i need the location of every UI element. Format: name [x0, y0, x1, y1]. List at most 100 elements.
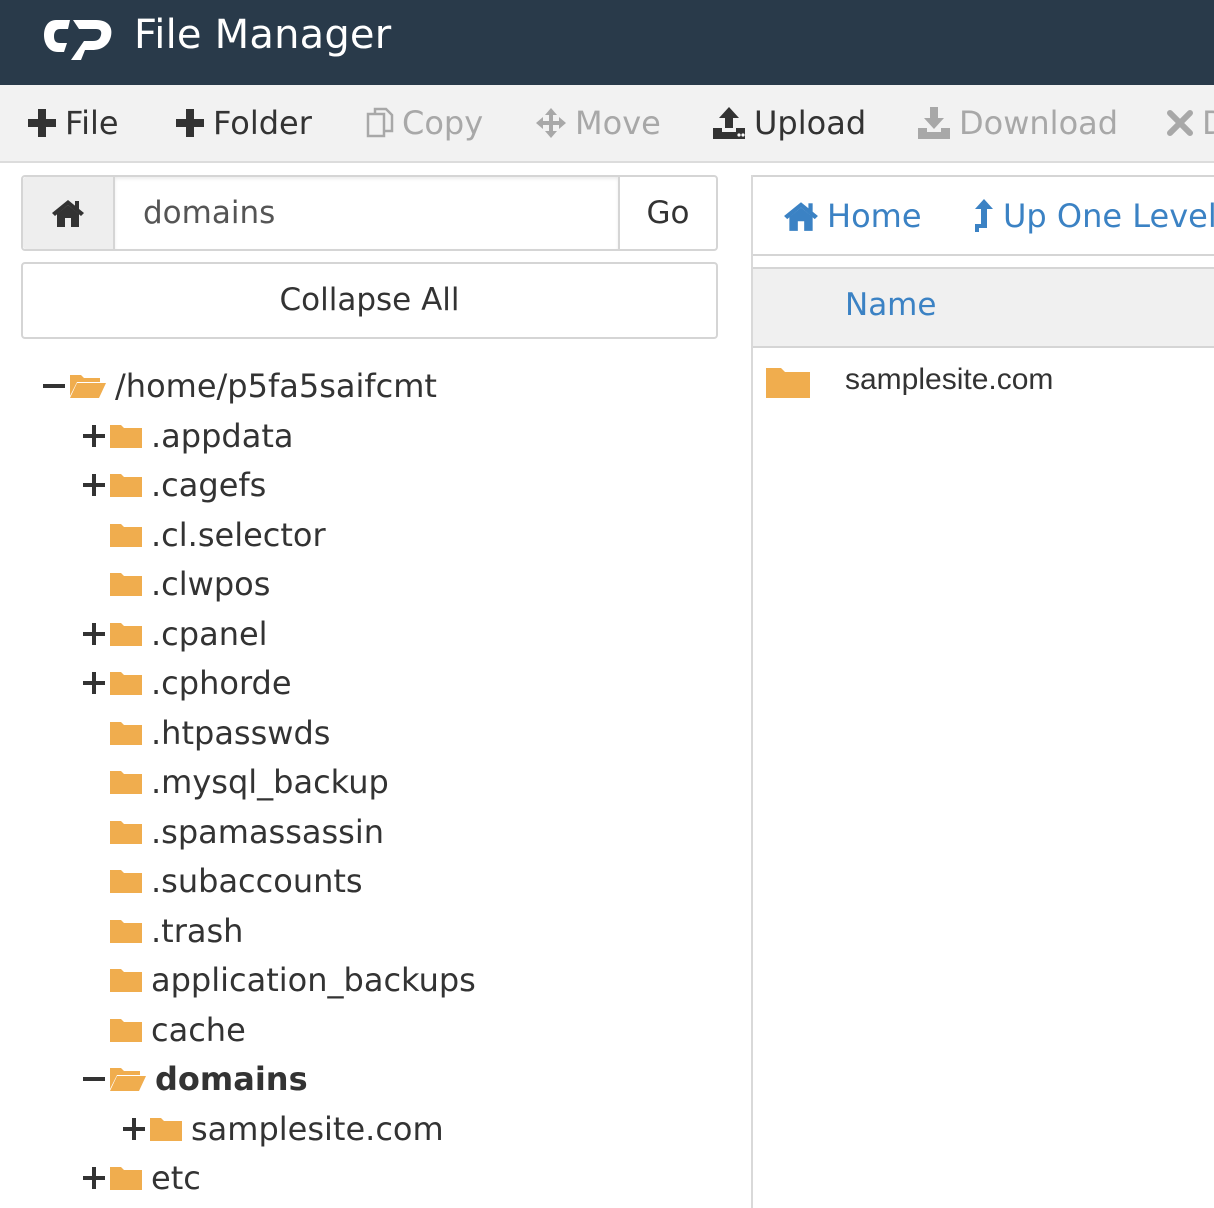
tree-item[interactable]: .mysql_backup [109, 757, 389, 807]
tree-item[interactable]: .trash [109, 906, 243, 956]
close-icon [1167, 110, 1193, 136]
folder-icon [110, 672, 142, 695]
home-icon [52, 200, 84, 227]
new-file-button[interactable]: File [27, 85, 119, 161]
plus-icon[interactable] [81, 472, 107, 498]
copy-icon [366, 107, 394, 138]
minus-icon[interactable] [81, 1066, 107, 1092]
toolbar: File Folder Copy Move Upload Download D [0, 85, 1214, 163]
download-label: Download [959, 104, 1119, 142]
up-one-level-label: Up One Level [1003, 196, 1214, 235]
folder-open-icon [110, 1068, 146, 1091]
folder-icon [110, 524, 142, 547]
tree-item[interactable]: .subaccounts [109, 856, 363, 906]
tree-label: .htpasswds [151, 714, 331, 752]
folder-icon [110, 623, 142, 646]
download-icon [918, 107, 950, 139]
up-one-level-link[interactable]: Up One Level [973, 177, 1214, 254]
folder-icon [110, 821, 142, 844]
tree-label: domains [155, 1060, 308, 1098]
new-file-label: File [65, 104, 119, 142]
tree-item[interactable]: cache [109, 1005, 246, 1055]
tree-root[interactable]: /home/p5fa5saifcmt [41, 361, 437, 411]
tree-label: .cphorde [151, 664, 292, 702]
move-button[interactable]: Move [535, 85, 661, 161]
plus-icon[interactable] [81, 670, 107, 696]
tree-label: samplesite.com [191, 1110, 444, 1148]
upload-button[interactable]: Upload [712, 85, 866, 161]
folder-icon [150, 1118, 182, 1141]
file-name: samplesite.com [845, 363, 1054, 396]
home-icon [784, 201, 818, 231]
tree-item[interactable]: .appdata [81, 411, 293, 461]
move-label: Move [575, 104, 661, 142]
tree-item[interactable]: .cphorde [81, 658, 292, 708]
folder-icon [110, 425, 142, 448]
folder-icon [110, 1019, 142, 1042]
tree-label: application_backups [151, 961, 476, 999]
folder-icon [110, 1167, 142, 1190]
minus-icon[interactable] [41, 373, 67, 399]
home-link-label: Home [827, 196, 922, 235]
folder-icon [110, 969, 142, 992]
tree-label: .cl.selector [151, 516, 326, 554]
tree-item[interactable]: etc [81, 1153, 201, 1203]
plus-icon[interactable] [81, 423, 107, 449]
right-nav-bar: Home Up One Level [753, 175, 1214, 256]
upload-icon [713, 107, 745, 139]
tree-item[interactable]: .cpanel [81, 609, 268, 659]
tree-label: .cpanel [151, 615, 268, 653]
tree-label: .cagefs [151, 466, 267, 504]
tree-label: .mysql_backup [151, 763, 389, 801]
move-arrows-icon [536, 108, 566, 138]
tree-label: .trash [151, 912, 244, 950]
file-list-header: Name [753, 267, 1214, 348]
folder-icon [766, 368, 810, 398]
path-home-button[interactable] [23, 177, 115, 249]
plus-icon [176, 109, 204, 137]
level-up-icon [975, 198, 993, 232]
delete-button[interactable]: D [1166, 85, 1214, 161]
copy-button[interactable]: Copy [366, 85, 483, 161]
tree-label: .subaccounts [151, 862, 363, 900]
tree-item[interactable]: samplesite.com [121, 1104, 444, 1154]
plus-icon [28, 109, 56, 137]
copy-label: Copy [402, 104, 484, 142]
tree-item[interactable]: .spamassassin [109, 807, 384, 857]
go-button[interactable]: Go [618, 177, 716, 249]
plus-icon[interactable] [81, 1165, 107, 1191]
tree-item-selected[interactable]: domains [81, 1054, 308, 1104]
new-folder-button[interactable]: Folder [175, 85, 312, 161]
home-link[interactable]: Home [783, 177, 922, 254]
tree-item[interactable]: .cl.selector [109, 510, 326, 560]
folder-icon [110, 771, 142, 794]
tree-label: etc [151, 1159, 201, 1197]
upload-label: Upload [754, 104, 867, 142]
top-header: File Manager [0, 0, 1214, 85]
download-button[interactable]: Download [917, 85, 1118, 161]
tree-label: .appdata [151, 417, 294, 455]
folder-icon [110, 474, 142, 497]
tree-label: .spamassassin [151, 813, 385, 851]
plus-icon[interactable] [81, 621, 107, 647]
plus-icon[interactable] [121, 1116, 147, 1142]
new-folder-label: Folder [213, 104, 312, 142]
tree-item[interactable]: .clwpos [109, 559, 270, 609]
folder-icon [110, 573, 142, 596]
folder-icon [110, 870, 142, 893]
tree-label: .clwpos [151, 565, 271, 603]
tree-label: cache [151, 1011, 246, 1049]
tree-item[interactable]: .cagefs [81, 460, 266, 510]
file-row[interactable]: samplesite.com [753, 355, 1214, 411]
tree-item[interactable]: .htpasswds [109, 708, 330, 758]
tree-item[interactable]: application_backups [109, 955, 476, 1005]
name-column-header[interactable]: Name [845, 287, 936, 323]
path-bar: Go [21, 175, 718, 251]
path-input[interactable] [115, 177, 618, 249]
collapse-all-button[interactable]: Collapse All [21, 262, 718, 339]
cpanel-logo-icon[interactable] [42, 14, 116, 62]
tree-label: /home/p5fa5saifcmt [115, 367, 437, 405]
folder-icon [110, 920, 142, 943]
folder-icon [110, 722, 142, 745]
app-title: File Manager [134, 12, 392, 58]
